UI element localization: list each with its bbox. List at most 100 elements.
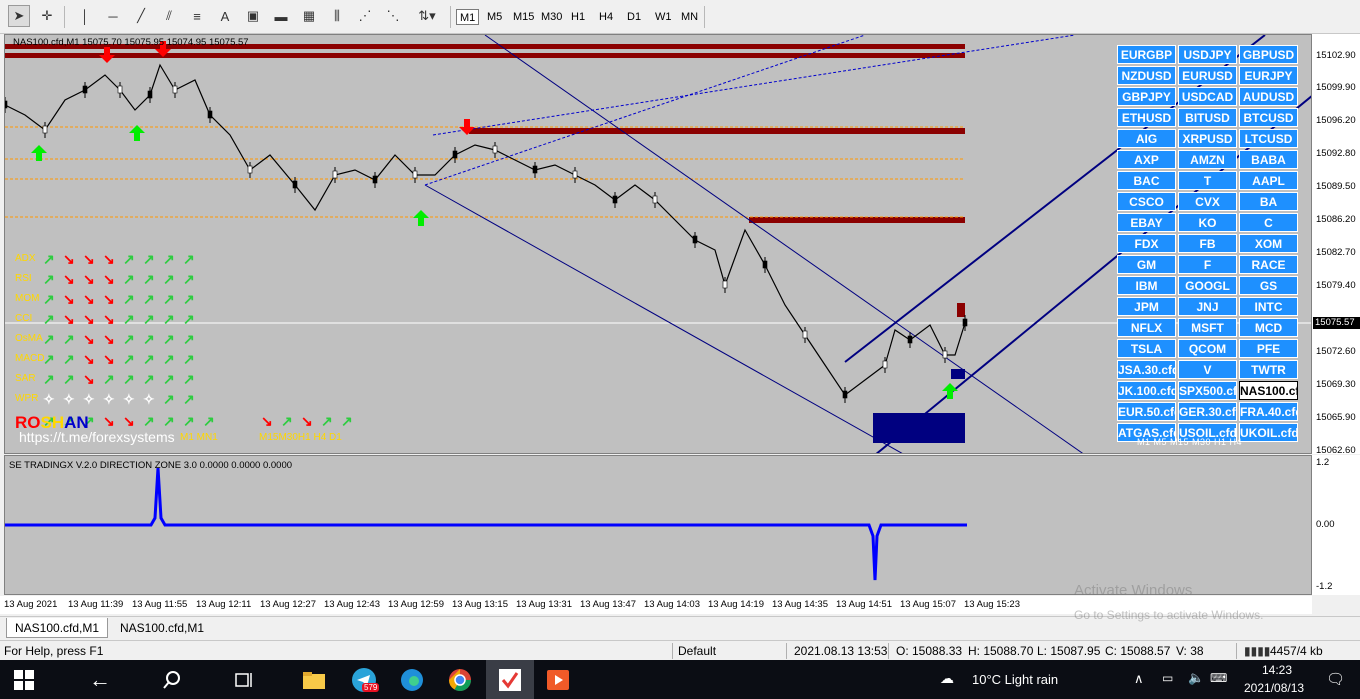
timeframe-h4[interactable]: H4 — [596, 9, 616, 25]
symbol-button-eurgbp[interactable]: EURGBP — [1117, 45, 1176, 64]
task-view-icon[interactable] — [220, 660, 268, 699]
symbol-button-jsa-30-cfd[interactable]: JSA.30.cfd — [1117, 360, 1176, 379]
crosshair-icon[interactable]: ✛ — [36, 5, 58, 27]
symbol-button-gbpjpy[interactable]: GBPJPY — [1117, 87, 1176, 106]
symbol-button-msft[interactable]: MSFT — [1178, 318, 1237, 337]
main-price-chart[interactable]: NAS100.cfd,M1 15075.70 15075.95 15074.95… — [4, 34, 1312, 454]
symbol-button-eur-50-cfd[interactable]: EUR.50.cfd — [1117, 402, 1176, 421]
symbol-button-bitusd[interactable]: BITUSD — [1178, 108, 1237, 127]
symbol-button-ltcusd[interactable]: LTCUSD — [1239, 129, 1298, 148]
symbol-button-xrpusd[interactable]: XRPUSD — [1178, 129, 1237, 148]
timeframe-d1[interactable]: D1 — [624, 9, 644, 25]
symbol-button-nzdusd[interactable]: NZDUSD — [1117, 66, 1176, 85]
symbol-button-xom[interactable]: XOM — [1239, 234, 1298, 253]
andrews-pitchfork-icon[interactable]: ⫼ — [326, 5, 348, 27]
indicator-subwindow[interactable]: SE TRADINGX V.2.0 DIRECTION ZONE 3.0 0.0… — [4, 455, 1312, 595]
back-arrow-icon[interactable]: ← — [76, 660, 124, 699]
timeframe-mn[interactable]: MN — [678, 9, 701, 25]
edge-browser-icon[interactable] — [388, 660, 436, 699]
symbol-button-twtr[interactable]: TWTR — [1239, 360, 1298, 379]
symbol-button-nas100-cfd[interactable]: NAS100.cfd — [1239, 381, 1298, 400]
channel-icon[interactable]: ⫽ — [158, 5, 180, 27]
horizontal-line-icon[interactable]: ─ — [102, 5, 124, 27]
chart-tab[interactable]: NAS100.cfd,M1 — [6, 618, 109, 638]
arrows-dropdown-icon[interactable]: ⇅▾ — [416, 5, 438, 27]
symbol-button-ger-30-cfd[interactable]: GER.30.cfd — [1178, 402, 1237, 421]
weather-icon[interactable]: ☁ — [940, 670, 954, 687]
symbol-button-fb[interactable]: FB — [1178, 234, 1237, 253]
symbol-button-aig[interactable]: AIG — [1117, 129, 1176, 148]
cursor-icon[interactable]: ➤ — [8, 5, 30, 27]
symbol-button-eurusd[interactable]: EURUSD — [1178, 66, 1237, 85]
symbol-button-baba[interactable]: BABA — [1239, 150, 1298, 169]
fibo-expansion-icon[interactable]: ⋱ — [382, 5, 404, 27]
symbol-button-v[interactable]: V — [1178, 360, 1237, 379]
symbol-button-nflx[interactable]: NFLX — [1117, 318, 1176, 337]
tray-chevron-icon[interactable]: ∧ — [1134, 671, 1144, 687]
symbol-button-jnj[interactable]: JNJ — [1178, 297, 1237, 316]
symbol-button-ethusd[interactable]: ETHUSD — [1117, 108, 1176, 127]
symbol-button-ukoil-cfd[interactable]: UKOIL.cfd — [1239, 423, 1298, 442]
timeframe-m5[interactable]: M5 — [484, 9, 505, 25]
symbol-button-ebay[interactable]: EBAY — [1117, 213, 1176, 232]
search-icon[interactable] — [148, 660, 196, 699]
symbol-button-bac[interactable]: BAC — [1117, 171, 1176, 190]
symbol-button-jk-100-cfd[interactable]: JK.100.cfd — [1117, 381, 1176, 400]
fibo-fan-icon[interactable]: ⋰ — [354, 5, 376, 27]
chrome-icon[interactable] — [436, 660, 484, 699]
symbol-button-usdjpy[interactable]: USDJPY — [1178, 45, 1237, 64]
symbol-button-t[interactable]: T — [1178, 171, 1237, 190]
symbol-button-eurjpy[interactable]: EURJPY — [1239, 66, 1298, 85]
symbol-button-c[interactable]: C — [1239, 213, 1298, 232]
symbol-button-jpm[interactable]: JPM — [1117, 297, 1176, 316]
symbol-button-ko[interactable]: KO — [1178, 213, 1237, 232]
symbol-button-audusd[interactable]: AUDUSD — [1239, 87, 1298, 106]
notification-center-icon[interactable]: 🗨 — [1326, 670, 1345, 688]
network-icon[interactable]: ▭ — [1162, 671, 1173, 685]
file-explorer-icon[interactable] — [290, 660, 338, 699]
weather-text[interactable]: 10°C Light rain — [972, 672, 1058, 687]
symbol-button-usdcad[interactable]: USDCAD — [1178, 87, 1237, 106]
symbol-button-amzn[interactable]: AMZN — [1178, 150, 1237, 169]
symbol-button-tsla[interactable]: TSLA — [1117, 339, 1176, 358]
symbol-button-csco[interactable]: CSCO — [1117, 192, 1176, 211]
symbol-button-mcd[interactable]: MCD — [1239, 318, 1298, 337]
symbol-button-ba[interactable]: BA — [1239, 192, 1298, 211]
symbol-button-gm[interactable]: GM — [1117, 255, 1176, 274]
symbol-button-btcusd[interactable]: BTCUSD — [1239, 108, 1298, 127]
symbol-button-f[interactable]: F — [1178, 255, 1237, 274]
symbol-button-aapl[interactable]: AAPL — [1239, 171, 1298, 190]
volume-icon[interactable]: 🔈 — [1188, 670, 1204, 686]
timeframe-w1[interactable]: W1 — [652, 9, 675, 25]
clock-date[interactable]: 2021/08/13 — [1244, 681, 1304, 695]
vertical-line-icon[interactable]: │ — [74, 5, 96, 27]
veracity-app-icon[interactable] — [486, 660, 534, 699]
text-label-icon[interactable]: ▣ — [242, 5, 264, 27]
media-player-icon[interactable] — [534, 660, 582, 699]
symbol-button-fdx[interactable]: FDX — [1117, 234, 1176, 253]
symbol-button-spx500-cfd[interactable]: SPX500.cfd — [1178, 381, 1237, 400]
symbol-button-fra-40-cfd[interactable]: FRA.40.cfd — [1239, 402, 1298, 421]
telegram-icon[interactable]: 579 — [340, 660, 388, 699]
grid-icon[interactable]: ▦ — [298, 5, 320, 27]
symbol-button-gs[interactable]: GS — [1239, 276, 1298, 295]
keyboard-icon[interactable]: ⌨ — [1210, 671, 1227, 685]
symbol-button-pfe[interactable]: PFE — [1239, 339, 1298, 358]
chart-tab[interactable]: NAS100.cfd,M1 — [112, 618, 212, 638]
symbol-button-cvx[interactable]: CVX — [1178, 192, 1237, 211]
symbol-button-axp[interactable]: AXP — [1117, 150, 1176, 169]
fibonacci-icon[interactable]: ≡ — [186, 5, 208, 27]
timeframe-h1[interactable]: H1 — [568, 9, 588, 25]
symbol-button-race[interactable]: RACE — [1239, 255, 1298, 274]
rectangle-icon[interactable]: ▬ — [270, 5, 292, 27]
text-icon[interactable]: A — [214, 5, 236, 27]
symbol-button-gbpusd[interactable]: GBPUSD — [1239, 45, 1298, 64]
symbol-button-qcom[interactable]: QCOM — [1178, 339, 1237, 358]
timeframe-m30[interactable]: M30 — [538, 9, 565, 25]
timeframe-m1[interactable]: M1 — [456, 9, 480, 25]
symbol-button-googl[interactable]: GOOGL — [1178, 276, 1237, 295]
windows-start-icon[interactable] — [0, 660, 48, 699]
trendline-icon[interactable]: ╱ — [130, 5, 152, 27]
symbol-button-intc[interactable]: INTC — [1239, 297, 1298, 316]
timeframe-m15[interactable]: M15 — [510, 9, 537, 25]
